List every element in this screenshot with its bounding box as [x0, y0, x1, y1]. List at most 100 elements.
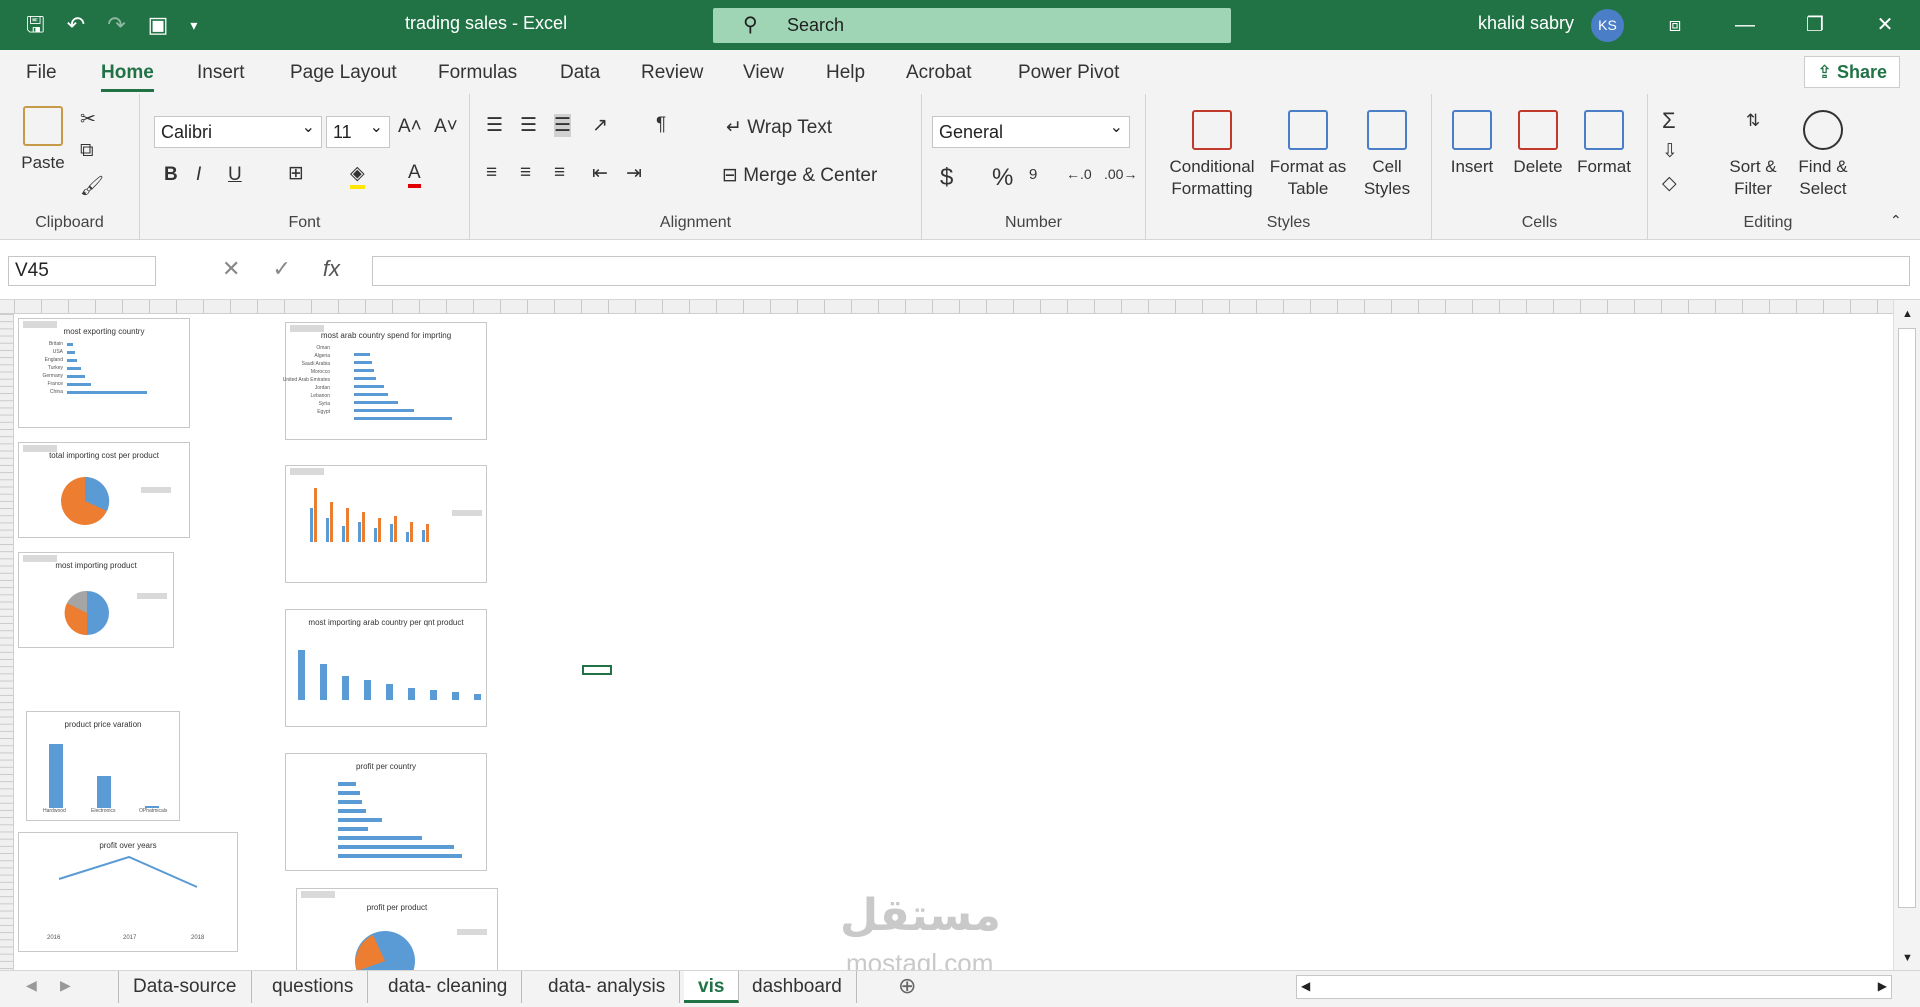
scroll-down-icon[interactable]: ▼: [1902, 952, 1913, 964]
customize-qat-icon[interactable]: ▾: [190, 10, 197, 40]
format-cells-button[interactable]: Format: [1572, 110, 1636, 178]
align-left-icon[interactable]: ≡: [486, 162, 497, 184]
insert-function-button[interactable]: fx: [323, 256, 340, 282]
add-sheet-icon[interactable]: ⊕: [898, 973, 916, 999]
chart-profit-over-years[interactable]: profit over years 2016 2017 2018: [18, 832, 238, 952]
name-box[interactable]: V45: [8, 256, 156, 286]
pivot-field-button[interactable]: [290, 468, 324, 475]
paste-button[interactable]: Paste: [18, 106, 68, 174]
align-right-icon[interactable]: ≡: [554, 162, 565, 184]
align-bottom-icon[interactable]: ☰: [554, 114, 572, 137]
cut-icon[interactable]: ✂: [80, 108, 96, 131]
copy-icon[interactable]: ⧉: [80, 140, 94, 162]
font-size-select[interactable]: 11: [326, 113, 390, 148]
format-as-table-button[interactable]: Format as Table: [1266, 110, 1350, 200]
chart-product-price-varation[interactable]: product price varation Hardwood Electroni…: [26, 711, 180, 821]
wrap-text-button[interactable]: ↵ Wrap Text: [726, 116, 832, 139]
tab-power-pivot[interactable]: Power Pivot: [1018, 62, 1119, 84]
tab-review[interactable]: Review: [641, 62, 703, 84]
worksheet-grid[interactable]: most exporting country Britain USA England…: [0, 300, 1893, 973]
sheet-tab-data-cleaning[interactable]: data- cleaning: [374, 971, 523, 1003]
next-sheet-icon[interactable]: ▶: [60, 977, 71, 994]
active-cell-cursor[interactable]: [582, 665, 612, 675]
save-icon[interactable]: 🖫: [26, 10, 45, 40]
vertical-scrollbar[interactable]: ▲ ▼: [1893, 300, 1920, 970]
sheet-tab-vis[interactable]: vis: [684, 971, 740, 1003]
cancel-icon[interactable]: ✕: [222, 256, 240, 282]
tab-acrobat[interactable]: Acrobat: [906, 62, 971, 84]
sheet-tab-questions[interactable]: questions: [258, 971, 369, 1003]
font-color-icon[interactable]: A: [408, 162, 421, 188]
find-select-button[interactable]: Find & Select: [1788, 110, 1858, 200]
tab-data[interactable]: Data: [560, 62, 600, 84]
minimize-icon[interactable]: —: [1710, 0, 1780, 50]
tab-insert[interactable]: Insert: [197, 62, 245, 84]
clear-icon[interactable]: ◇: [1662, 172, 1677, 195]
search-box[interactable]: ⚲ Search: [713, 8, 1231, 43]
restore-icon[interactable]: ❐: [1780, 0, 1850, 50]
percent-button[interactable]: %: [992, 164, 1013, 192]
row-headers[interactable]: [0, 314, 14, 970]
increase-decimal-icon[interactable]: ←.0: [1066, 166, 1092, 182]
merge-center-button[interactable]: ⊟ Merge & Center: [722, 164, 877, 187]
conditional-formatting-button[interactable]: Conditional Formatting: [1160, 110, 1264, 200]
sort-filter-button[interactable]: ⇅ Sort & Filter: [1718, 110, 1788, 200]
prev-sheet-icon[interactable]: ◀: [26, 977, 37, 994]
collapse-ribbon-icon[interactable]: ⌃: [1890, 212, 1902, 229]
underline-button[interactable]: U: [228, 164, 242, 186]
currency-button[interactable]: $: [940, 164, 953, 192]
fill-icon[interactable]: ⇩: [1662, 140, 1678, 163]
chart-profit-per-country[interactable]: profit per country: [285, 753, 487, 871]
align-middle-icon[interactable]: ☰: [520, 114, 537, 137]
insert-cells-button[interactable]: Insert: [1440, 110, 1504, 178]
tab-file[interactable]: File: [26, 62, 57, 84]
enter-icon[interactable]: ✓: [272, 256, 290, 282]
chart-most-importing-product[interactable]: most importing product: [18, 552, 174, 648]
tab-view[interactable]: View: [743, 62, 784, 84]
form-icon[interactable]: ▣: [148, 10, 169, 40]
scroll-up-icon[interactable]: ▲: [1902, 308, 1913, 320]
horizontal-scrollbar[interactable]: ◀ ▶: [1296, 975, 1892, 999]
tab-home[interactable]: Home: [101, 62, 154, 92]
redo-icon[interactable]: ↷: [107, 10, 125, 40]
bold-button[interactable]: B: [164, 164, 178, 186]
scroll-right-icon[interactable]: ▶: [1878, 979, 1887, 993]
fill-color-icon[interactable]: ◈: [350, 162, 365, 189]
formula-input[interactable]: [372, 256, 1910, 286]
number-format-select[interactable]: General: [932, 113, 1130, 148]
comma-icon[interactable]: ⁹: [1028, 164, 1038, 192]
scroll-left-icon[interactable]: ◀: [1301, 979, 1310, 993]
sheet-tab-dashboard[interactable]: dashboard: [738, 971, 857, 1003]
avatar[interactable]: KS: [1591, 9, 1624, 42]
sheet-tab-data-source[interactable]: Data-source: [118, 971, 252, 1003]
autosum-icon[interactable]: Σ: [1662, 108, 1676, 134]
chart-clustered-bars[interactable]: [285, 465, 487, 583]
tab-formulas[interactable]: Formulas: [438, 62, 517, 84]
sheet-tab-data-analysis[interactable]: data- analysis: [534, 971, 681, 1003]
share-button[interactable]: ⇪ Share: [1804, 56, 1900, 88]
close-icon[interactable]: ✕: [1850, 0, 1920, 50]
tab-help[interactable]: Help: [826, 62, 865, 84]
increase-indent-icon[interactable]: ⇥: [626, 162, 642, 185]
increase-font-icon[interactable]: A˄: [398, 116, 422, 138]
ribbon-display-icon[interactable]: ⧈: [1640, 0, 1710, 50]
decrease-font-icon[interactable]: A˅: [434, 116, 458, 138]
tab-page-layout[interactable]: Page Layout: [290, 62, 397, 84]
chart-most-exporting-country[interactable]: most exporting country Britain USA England…: [18, 318, 190, 428]
font-name-select[interactable]: Calibri: [154, 113, 322, 148]
decrease-decimal-icon[interactable]: .00→: [1104, 166, 1137, 182]
chart-arab-country-spend[interactable]: most arab country spend for imprting Oma…: [283, 322, 487, 440]
borders-icon[interactable]: ⊞: [288, 162, 304, 185]
align-center-icon[interactable]: ≡: [520, 162, 531, 184]
column-headers[interactable]: [0, 300, 1893, 314]
orientation-icon[interactable]: ↗: [592, 114, 608, 137]
italic-button[interactable]: I: [196, 164, 201, 186]
format-painter-icon[interactable]: 🖌: [80, 174, 104, 198]
chart-profit-per-product[interactable]: profit per product: [296, 888, 498, 973]
cell-styles-button[interactable]: Cell Styles: [1352, 110, 1422, 200]
align-top-icon[interactable]: ☰: [486, 114, 503, 137]
vertical-scroll-thumb[interactable]: [1898, 328, 1916, 908]
pivot-field-button[interactable]: [301, 891, 335, 898]
chart-arab-country-qnt[interactable]: most importing arab country per qnt prod…: [285, 609, 487, 727]
chart-total-importing-cost[interactable]: total importing cost per product: [18, 442, 190, 538]
